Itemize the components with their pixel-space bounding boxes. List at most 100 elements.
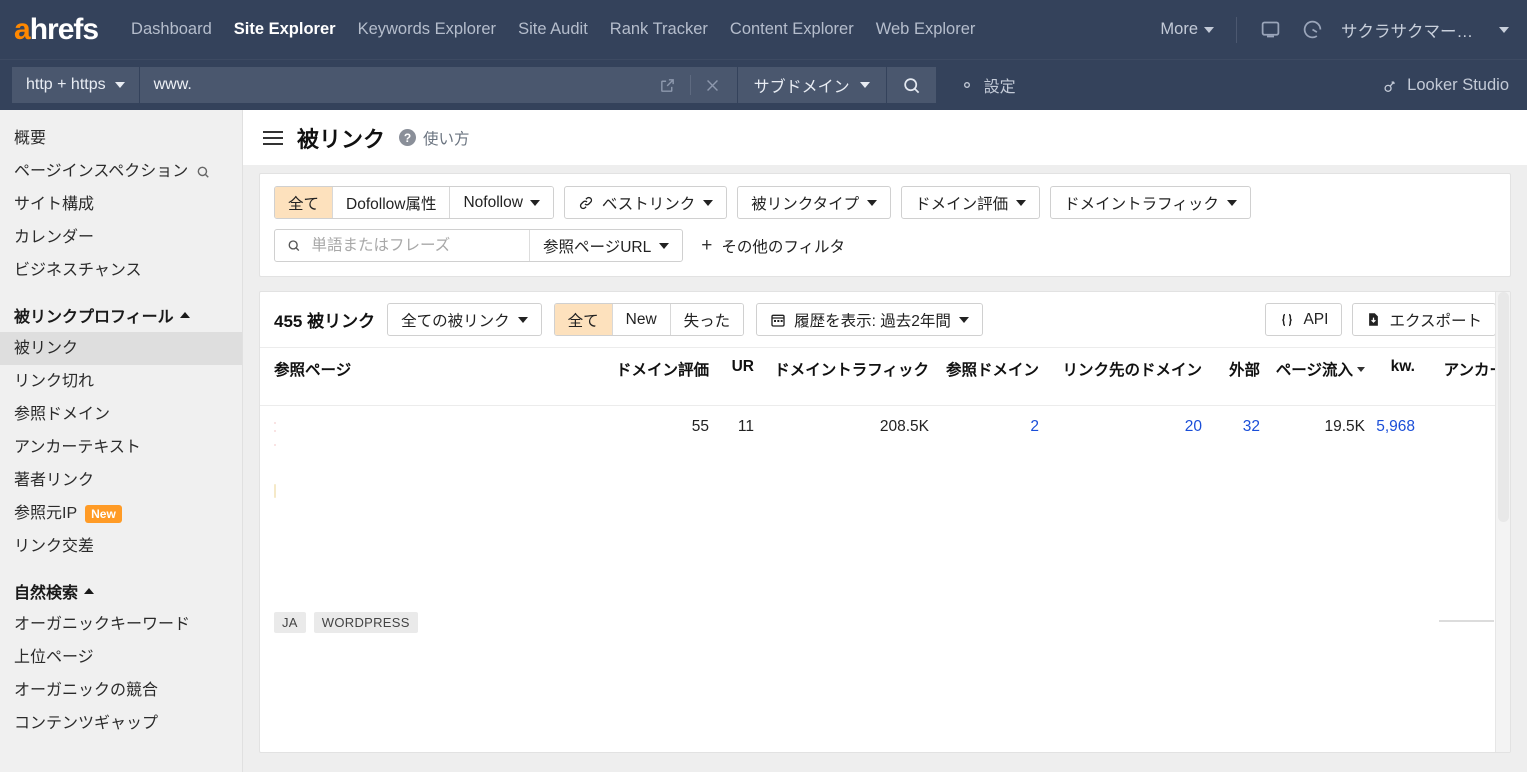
history-range-dropdown[interactable]: 履歴を表示: 過去2年間 xyxy=(756,303,983,336)
gauge-icon[interactable] xyxy=(1295,13,1329,47)
logo-text: hrefs xyxy=(29,12,99,46)
sidebar-group-backlink-profile[interactable]: 被リンクプロフィール xyxy=(0,295,242,332)
filter-nofollow-label: Nofollow xyxy=(463,193,523,211)
sidebar-item-backlinks[interactable]: 被リンク xyxy=(0,332,242,365)
sidebar-group-organic-search[interactable]: 自然検索 xyxy=(0,571,242,608)
link-mode-dropdown[interactable]: 全ての被リンク xyxy=(387,303,542,336)
nav-link-web-explorer[interactable]: Web Explorer xyxy=(865,14,987,45)
sidebar-item-label: 上位ページ xyxy=(14,649,94,666)
sidebar-item-overview[interactable]: 概要 xyxy=(0,122,242,155)
looker-studio-label: Looker Studio xyxy=(1407,76,1509,94)
sidebar-item-anchor-text[interactable]: アンカーテキスト xyxy=(0,431,242,464)
cell-referring-domains[interactable]: 2 xyxy=(929,418,1039,436)
nav-link-rank-tracker[interactable]: Rank Tracker xyxy=(599,14,719,45)
link-state-segmented-control: 全て New 失った xyxy=(553,303,745,336)
cell-external[interactable]: 32 xyxy=(1202,418,1260,436)
close-icon[interactable] xyxy=(699,71,727,99)
search-input-wrapper[interactable] xyxy=(275,230,530,261)
filter-all-button[interactable]: 全て xyxy=(275,187,334,218)
state-new-button[interactable]: New xyxy=(612,304,671,335)
external-link-icon[interactable] xyxy=(654,71,682,99)
table-vertical-scrollbar[interactable] xyxy=(1495,292,1510,752)
nav-link-site-explorer[interactable]: Site Explorer xyxy=(223,14,347,45)
api-button[interactable]: API xyxy=(1265,303,1343,336)
scope-value: サブドメイン xyxy=(753,79,850,96)
user-account-name[interactable]: サクラサクマー… xyxy=(1341,18,1473,42)
settings-button[interactable]: 設定 xyxy=(958,73,1016,97)
page-header: 被リンク ? 使い方 xyxy=(243,110,1527,165)
state-all-button[interactable]: 全て xyxy=(554,304,613,335)
domain-rating-dropdown[interactable]: ドメイン評価 xyxy=(901,186,1041,219)
nav-link-site-audit[interactable]: Site Audit xyxy=(507,14,599,45)
sidebar-item-content-gap[interactable]: コンテンツギャップ xyxy=(0,707,242,740)
column-header-domain-traffic[interactable]: ドメイントラフィック xyxy=(754,358,929,380)
column-header-domain-rating[interactable]: ドメイン評価 xyxy=(604,358,709,380)
sidebar-item-broken-links[interactable]: リンク切れ xyxy=(0,365,242,398)
column-header-referring-page[interactable]: 参照ページ xyxy=(274,358,604,380)
domain-traffic-dropdown[interactable]: ドメイントラフィック xyxy=(1050,186,1251,219)
nav-link-content-explorer[interactable]: Content Explorer xyxy=(719,14,865,45)
more-menu-button[interactable]: More xyxy=(1150,14,1224,45)
gear-icon xyxy=(963,82,970,88)
protocol-select[interactable]: http + https xyxy=(12,67,140,103)
nav-link-dashboard[interactable]: Dashboard xyxy=(120,14,223,45)
input-action-divider xyxy=(689,75,691,95)
sidebar-item-author-links[interactable]: 著者リンク xyxy=(0,464,242,497)
nav-link-keywords-explorer[interactable]: Keywords Explorer xyxy=(347,14,507,45)
plus-icon: + xyxy=(701,234,713,256)
cell-keywords[interactable]: 5,968 xyxy=(1365,418,1415,436)
sidebar-item-referring-domains[interactable]: 参照ドメイン xyxy=(0,398,242,431)
sidebar-item-organic-keywords[interactable]: オーガニックキーワード xyxy=(0,608,242,641)
column-header-ur[interactable]: UR xyxy=(709,358,754,376)
sidebar-item-organic-competitors[interactable]: オーガニックの競合 xyxy=(0,674,242,707)
cell-referring-page[interactable]: JA WORDPRESS xyxy=(274,418,604,633)
sidebar-item-opportunities[interactable]: ビジネスチャンス xyxy=(0,254,242,287)
search-submit-button[interactable] xyxy=(885,67,936,103)
how-to-label: 使い方 xyxy=(423,130,470,148)
more-filters-button[interactable]: + その他のフィルタ xyxy=(701,235,845,257)
export-button[interactable]: エクスポート xyxy=(1352,303,1496,336)
chevron-down-icon xyxy=(867,199,878,206)
more-filters-label: その他のフィルタ xyxy=(721,238,846,256)
column-header-page-traffic[interactable]: ページ流入 xyxy=(1260,358,1365,380)
column-header-referring-domains[interactable]: 参照ドメイン xyxy=(929,358,1039,380)
user-menu-chevron-down-icon[interactable] xyxy=(1499,26,1509,33)
target-url-value[interactable]: www. xyxy=(154,76,654,94)
sidebar-item-referring-ips[interactable]: 参照元IP New xyxy=(0,497,242,530)
sidebar-item-calendar[interactable]: カレンダー xyxy=(0,221,242,254)
state-lost-button[interactable]: 失った xyxy=(670,304,744,335)
filter-nofollow-dropdown[interactable]: Nofollow xyxy=(450,187,553,218)
hamburger-icon[interactable] xyxy=(263,130,283,145)
sidebar-item-link-intersect[interactable]: リンク交差 xyxy=(0,530,242,563)
search-scope-dropdown[interactable]: 参照ページURL xyxy=(530,230,682,261)
sidebar-item-site-structure[interactable]: サイト構成 xyxy=(0,188,242,221)
target-url-input-wrapper[interactable]: www. xyxy=(139,67,737,103)
chevron-down-icon xyxy=(958,316,969,323)
link-mode-label: 全ての被リンク xyxy=(401,312,510,330)
cell-domain-rating: 55 xyxy=(691,418,709,435)
table-row[interactable]: JA WORDPRESS 55 11 208.5K 2 20 32 19.5K … xyxy=(260,406,1510,633)
column-header-linked-domains[interactable]: リンク先のドメイン xyxy=(1039,358,1202,380)
monitor-icon[interactable] xyxy=(1253,13,1287,47)
sidebar-item-top-pages[interactable]: 上位ページ xyxy=(0,641,242,674)
sidebar-item-label: 参照ドメイン xyxy=(14,406,111,423)
how-to-link[interactable]: ? 使い方 xyxy=(399,127,470,149)
looker-studio-button[interactable]: Looker Studio xyxy=(1381,60,1509,111)
cell-linked-domains[interactable]: 20 xyxy=(1039,418,1202,436)
scrollbar-thumb[interactable] xyxy=(1498,292,1509,522)
filter-dofollow-button[interactable]: Dofollow属性 xyxy=(333,187,451,218)
sidebar-item-page-inspection[interactable]: ページインスペクション xyxy=(0,155,242,188)
horizontal-scroll-indicator[interactable] xyxy=(1439,620,1494,622)
sidebar-item-label: ビジネスチャンス xyxy=(14,262,142,279)
column-header-anchor[interactable]: アンカー xyxy=(1415,358,1505,380)
best-links-dropdown[interactable]: ベストリンク xyxy=(563,186,728,219)
backlink-type-dropdown[interactable]: 被リンクタイプ xyxy=(737,186,892,219)
more-menu-label: More xyxy=(1160,20,1198,38)
app-body: 概要 ページインスペクション サイト構成 カレンダー ビジネスチャンス 被リンク… xyxy=(0,110,1527,772)
ahrefs-logo[interactable]: ahrefs xyxy=(14,12,99,47)
column-header-external[interactable]: 外部 xyxy=(1202,358,1260,380)
scope-select[interactable]: サブドメイン xyxy=(736,67,886,103)
domain-traffic-label: ドメイントラフィック xyxy=(1064,195,1219,213)
column-header-keywords[interactable]: kw. xyxy=(1365,358,1415,376)
search-input[interactable] xyxy=(309,235,517,256)
